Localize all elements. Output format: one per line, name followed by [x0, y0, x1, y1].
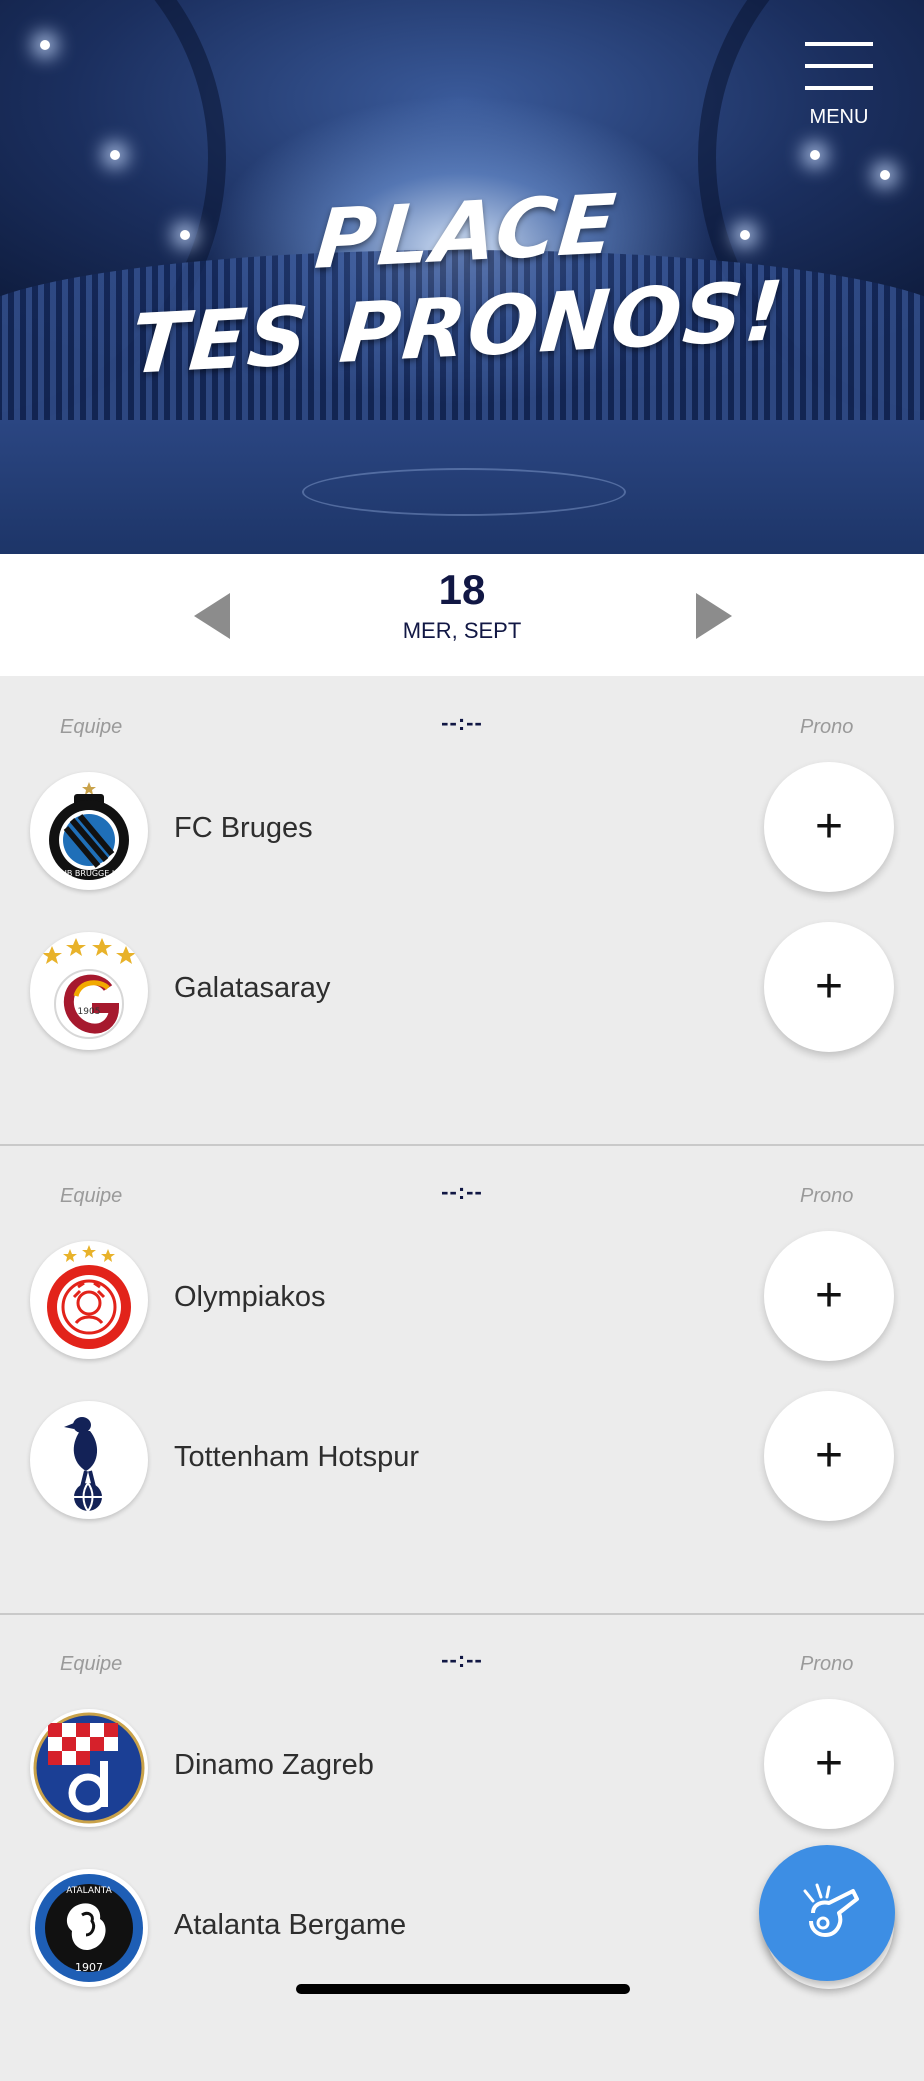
- team-name: Tottenham Hotspur: [174, 1441, 420, 1473]
- next-day-arrow-icon[interactable]: [696, 593, 732, 639]
- match-score: --:--: [441, 1647, 483, 1672]
- team-name: Dinamo Zagreb: [174, 1749, 374, 1781]
- previous-day-arrow-icon[interactable]: [194, 593, 230, 639]
- team-name: Galatasaray: [174, 972, 331, 1004]
- team-column-header: Equipe: [60, 716, 123, 738]
- add-prono-button[interactable]: +: [764, 922, 894, 1052]
- team-row: 1905 Galatasaray +: [0, 922, 924, 1062]
- olympiakos-crest-icon: [30, 1241, 148, 1359]
- svg-text:1905: 1905: [78, 1007, 101, 1017]
- floodlight: [110, 150, 120, 160]
- match-score: --:--: [441, 710, 483, 735]
- team-row: CLUB BRUGGE K.V. FC Bruges +: [0, 762, 924, 902]
- hero-banner: PLACE TES PRONOS! MENU: [0, 0, 924, 554]
- prono-column-header: Prono: [800, 1653, 854, 1675]
- date-weekday-month: MER, SEPT: [402, 618, 522, 643]
- team-column-header: Equipe: [60, 1185, 123, 1207]
- whistle-icon: [803, 1883, 859, 1937]
- team-name: Atalanta Bergame: [174, 1909, 407, 1941]
- galatasaray-crest-icon: 1905: [30, 932, 148, 1050]
- team-row: Olympiakos +: [0, 1231, 924, 1371]
- tottenham-crest-icon: [30, 1401, 148, 1519]
- team-name: FC Bruges: [174, 812, 313, 844]
- floodlight: [40, 40, 50, 50]
- team-row: Tottenham Hotspur +: [0, 1391, 924, 1531]
- date-day: 18: [438, 566, 486, 613]
- pitch-center-circle: [302, 468, 626, 516]
- add-prono-button[interactable]: +: [764, 1231, 894, 1361]
- team-column-header: Equipe: [60, 1653, 123, 1675]
- prono-column-header: Prono: [800, 716, 854, 738]
- team-name: Olympiakos: [174, 1281, 326, 1313]
- team-row: Dinamo Zagreb +: [0, 1699, 924, 1839]
- prono-column-header: Prono: [800, 1185, 854, 1207]
- svg-text:CLUB BRUGGE K.V.: CLUB BRUGGE K.V.: [51, 869, 126, 878]
- match-card: Equipe --:-- Prono Olympiakos + Tottenha…: [0, 1145, 924, 1615]
- menu-label: MENU: [809, 106, 869, 128]
- whistle-fab-button[interactable]: [759, 1845, 895, 1981]
- home-indicator: [296, 1984, 630, 1994]
- floodlight: [810, 150, 820, 160]
- hamburger-icon: [805, 42, 873, 46]
- atalanta-crest-icon: ATALANTA 1907: [30, 1869, 148, 1987]
- match-card: Equipe --:-- Prono CLUB BRUGGE K.V. FC B…: [0, 676, 924, 1146]
- club-brugge-crest-icon: CLUB BRUGGE K.V.: [30, 772, 148, 890]
- svg-text:1907: 1907: [75, 1961, 103, 1974]
- dinamo-zagreb-crest-icon: [30, 1709, 148, 1827]
- add-prono-button[interactable]: +: [764, 762, 894, 892]
- svg-text:ATALANTA: ATALANTA: [66, 1886, 112, 1896]
- date-selector: 18 MER, SEPT: [0, 554, 924, 676]
- menu-button[interactable]: MENU: [800, 40, 878, 132]
- match-score: --:--: [441, 1179, 483, 1204]
- match-card: Equipe --:-- Prono Dinamo Zagreb + ATALA…: [0, 1613, 924, 2081]
- add-prono-button[interactable]: +: [764, 1699, 894, 1829]
- add-prono-button[interactable]: +: [764, 1391, 894, 1521]
